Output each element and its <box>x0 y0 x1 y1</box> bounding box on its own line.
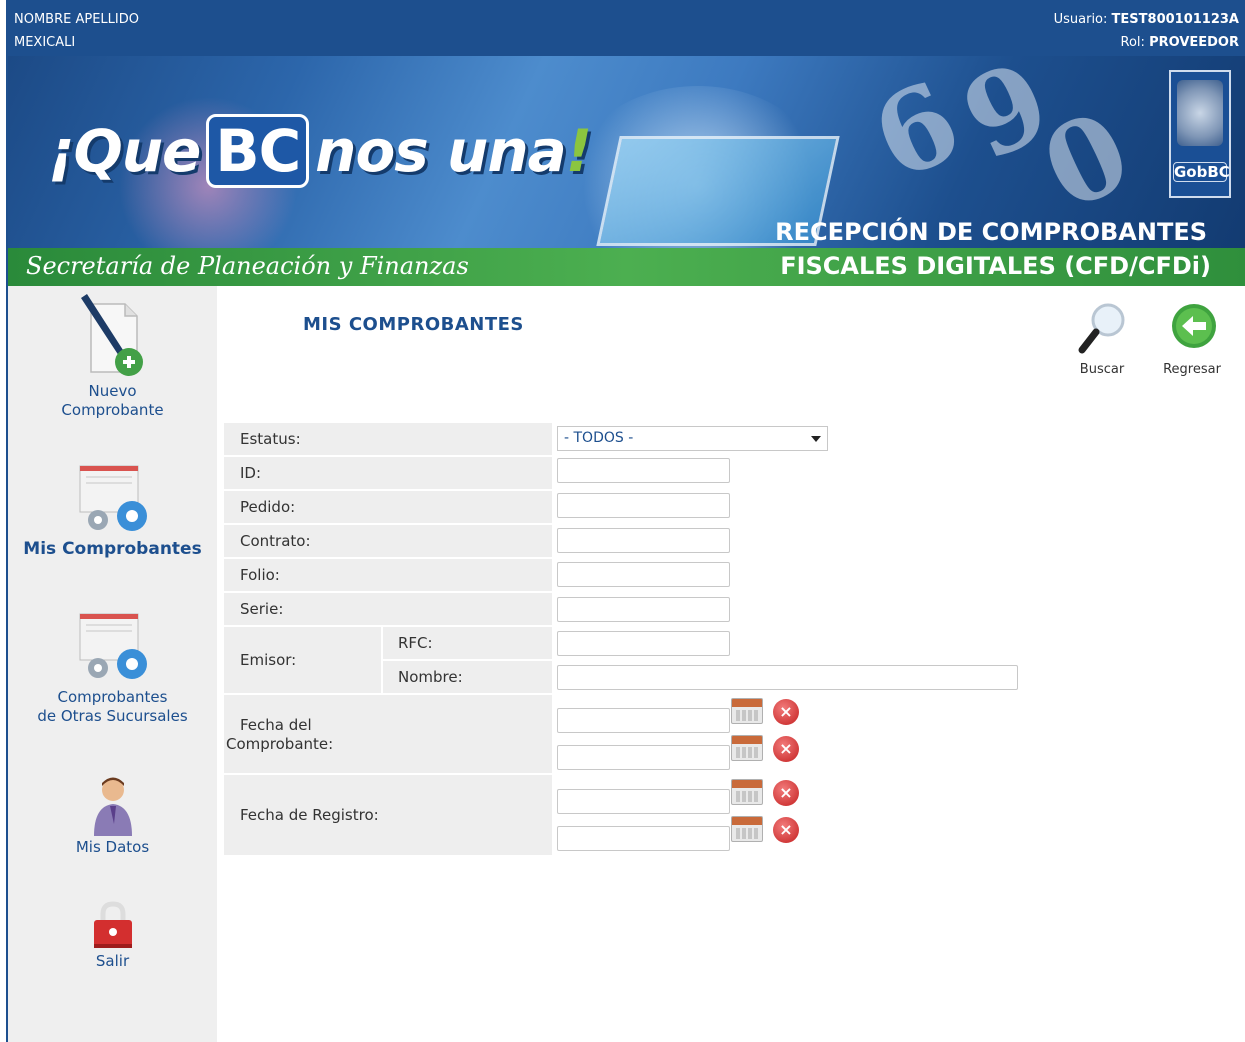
nombre-input[interactable] <box>557 665 1018 690</box>
left-border <box>0 0 8 1042</box>
lock-icon <box>88 900 138 952</box>
back-button[interactable]: Regresar <box>1157 300 1227 377</box>
calendar-icon[interactable] <box>731 735 763 761</box>
rfc-label: RFC: <box>383 627 552 659</box>
sidebar-item-salir[interactable]: Salir <box>8 900 217 971</box>
clear-icon[interactable]: × <box>773 736 799 762</box>
fecha-registro-hasta-input[interactable] <box>557 826 730 851</box>
estatus-select[interactable]: - TODOS - <box>557 426 828 451</box>
sidebar-item-label: Comprobantes <box>57 688 168 706</box>
calendar-icon[interactable] <box>731 698 763 724</box>
state-seal-icon <box>1177 80 1223 146</box>
fecha-comprobante-desde-input[interactable] <box>557 708 730 733</box>
gobbc-logo: GobBC <box>1169 70 1231 198</box>
que-bc-nos-una-logo: ¡Que BC nos una! <box>48 114 592 188</box>
search-label: Buscar <box>1079 362 1125 377</box>
fecha-comprobante-label: Fecha del Comprobante: <box>224 695 552 773</box>
sidebar-item-label: Nuevo <box>88 382 137 400</box>
sidebar-item-mis-datos[interactable]: Mis Datos <box>8 774 217 857</box>
page-title: MIS COMPROBANTES <box>303 314 524 335</box>
header-banner: 6 9 0 ¡Que BC nos una! Secretaría de Plane… <box>8 56 1245 286</box>
sidebar-item-otras-sucursales[interactable]: Comprobantes de Otras Sucursales <box>8 608 217 726</box>
back-label: Regresar <box>1163 362 1221 377</box>
top-info-bar: NOMBRE APELLIDO MEXICALI Usuario: TEST80… <box>8 0 1245 56</box>
main-content: MIS COMPROBANTES Buscar Regresar Estatus… <box>217 286 1245 1042</box>
sidebar-item-label: Salir <box>95 952 130 970</box>
id-input[interactable] <box>557 458 730 483</box>
documents-gear-icon <box>68 608 158 688</box>
sidebar-item-mis-comprobantes[interactable]: Mis Comprobantes <box>8 460 217 559</box>
user-icon <box>88 774 138 838</box>
chevron-down-icon <box>811 436 821 442</box>
user-city: MEXICALI <box>14 35 76 50</box>
secretaria-title: Secretaría de Planeación y Finanzas <box>26 252 469 280</box>
sidebar-item-nuevo-comprobante[interactable]: Nuevo Comprobante <box>8 294 217 420</box>
contrato-input[interactable] <box>557 528 730 553</box>
fecha-registro-label: Fecha de Registro: <box>224 775 552 855</box>
new-document-icon <box>73 294 153 382</box>
calendar-icon[interactable] <box>731 816 763 842</box>
clear-icon[interactable]: × <box>773 699 799 725</box>
sidebar-item-label: Mis Comprobantes <box>23 539 202 559</box>
user-id: Usuario: TEST800101123A <box>1053 12 1239 27</box>
sidebar-item-label: de Otras Sucursales <box>37 707 188 725</box>
nombre-label: Nombre: <box>383 661 552 693</box>
pedido-input[interactable] <box>557 493 730 518</box>
sidebar-item-label: Mis Datos <box>75 838 150 856</box>
folio-input[interactable] <box>557 562 730 587</box>
sidebar-item-label: Comprobante <box>61 401 164 419</box>
id-label: ID: <box>224 457 552 489</box>
sidebar: Nuevo Comprobante Mis Comprobantes Compr… <box>8 286 217 1042</box>
user-role: Rol: PROVEEDOR <box>1120 35 1239 50</box>
serie-label: Serie: <box>224 593 552 625</box>
user-full-name: NOMBRE APELLIDO <box>14 12 139 27</box>
magnifier-icon <box>1076 300 1128 356</box>
folio-label: Folio: <box>224 559 552 591</box>
contrato-label: Contrato: <box>224 525 552 557</box>
serie-input[interactable] <box>557 597 730 622</box>
calendar-icon[interactable] <box>731 779 763 805</box>
fecha-comprobante-hasta-input[interactable] <box>557 745 730 770</box>
clear-icon[interactable]: × <box>773 817 799 843</box>
rfc-input[interactable] <box>557 631 730 656</box>
documents-gear-icon <box>68 460 158 540</box>
fecha-registro-desde-input[interactable] <box>557 789 730 814</box>
pedido-label: Pedido: <box>224 491 552 523</box>
search-button[interactable]: Buscar <box>1067 300 1137 377</box>
estatus-label: Estatus: <box>224 423 552 455</box>
back-arrow-icon <box>1166 300 1218 356</box>
system-title-line1: RECEPCIÓN DE COMPROBANTES <box>775 218 1207 246</box>
system-title-line2: FISCALES DIGITALES (CFD/CFDi) <box>780 252 1211 280</box>
clear-icon[interactable]: × <box>773 780 799 806</box>
emisor-label: Emisor: <box>224 627 381 693</box>
